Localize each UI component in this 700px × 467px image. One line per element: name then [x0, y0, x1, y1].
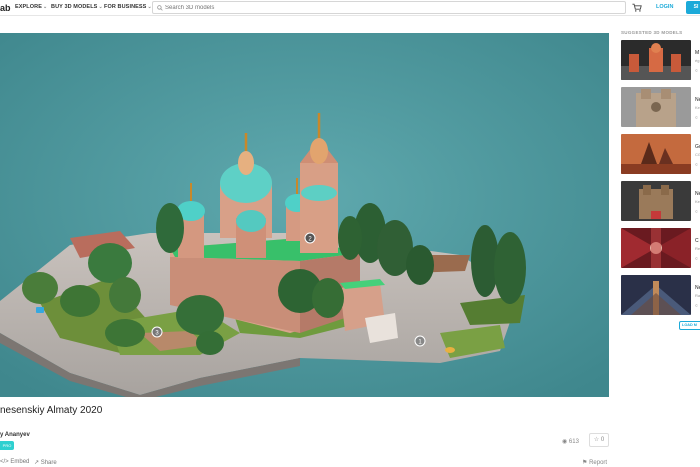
suggested-model-card[interactable]: Ne Ra ©	[621, 275, 700, 315]
load-more-button[interactable]: LOAD M	[679, 321, 700, 330]
share-icon: ↗	[34, 460, 40, 466]
model-stats: ©	[695, 256, 698, 261]
search-box[interactable]	[152, 1, 626, 14]
nav-buy-3d-models[interactable]: BUY 3D MODELS⌄	[51, 4, 103, 10]
suggested-model-card[interactable]: M ég ©	[621, 40, 700, 80]
model-author: Ke	[695, 199, 700, 204]
model-author: Ke	[695, 105, 700, 110]
pro-badge: PRO	[0, 441, 14, 450]
flag-icon: ⚑	[582, 460, 588, 466]
model-thumbnail[interactable]	[621, 40, 691, 80]
search-icon	[157, 5, 163, 11]
login-link[interactable]: LOGIN	[656, 4, 673, 10]
annotation-hotspot-2[interactable]: 2	[304, 232, 316, 244]
suggested-model-card[interactable]: Go CG ©	[621, 134, 700, 174]
view-count-value: 613	[568, 439, 579, 445]
suggested-model-card[interactable]: Né Ke ©	[621, 181, 700, 221]
model-name[interactable]: Ne	[695, 285, 700, 291]
star-icon: ☆	[593, 437, 600, 443]
model-author: ég	[695, 58, 700, 63]
embed-label: Embed	[10, 459, 30, 465]
model-stats: ©	[695, 68, 698, 73]
suggested-model-card[interactable]: C Re ©	[621, 228, 700, 268]
report-button[interactable]: ⚑ Report	[582, 459, 607, 466]
chevron-down-icon: ⌄	[98, 4, 103, 10]
model-author: Re	[695, 246, 700, 251]
suggested-models-heading: SUGGESTED 3D MODELS	[621, 30, 683, 35]
search-input[interactable]	[165, 3, 605, 13]
model-name[interactable]: Né	[695, 97, 700, 103]
model-stats: ©	[695, 115, 698, 120]
model-canvas[interactable]: 2 3 1	[0, 33, 609, 397]
nav-explore[interactable]: EXPLORE⌄	[15, 4, 47, 10]
share-label: Share	[40, 460, 57, 466]
eye-icon: ◉	[562, 439, 568, 445]
model-thumbnail[interactable]	[621, 181, 691, 221]
share-button[interactable]: ↗ Share	[34, 459, 57, 466]
model-name[interactable]: C	[695, 238, 699, 244]
view-count: ◉ 613	[562, 438, 579, 445]
model-name[interactable]: M	[695, 50, 699, 56]
model-name[interactable]: Né	[695, 191, 700, 197]
signup-button[interactable]: SI	[686, 1, 700, 14]
code-icon: </>	[0, 459, 9, 465]
model-thumbnail[interactable]	[621, 134, 691, 174]
model-name[interactable]: Go	[695, 144, 700, 150]
suggested-model-card[interactable]: Né Ke ©	[621, 87, 700, 127]
cart-icon[interactable]	[632, 3, 642, 12]
model-stats: ©	[695, 209, 698, 214]
model-author: CG	[695, 152, 700, 157]
model-stats: ©	[695, 303, 698, 308]
model-viewer[interactable]: 2 3 1	[0, 33, 609, 397]
embed-button[interactable]: </> Embed	[0, 459, 29, 465]
author-name[interactable]: y Ananyev	[0, 432, 30, 438]
model-thumbnail[interactable]	[621, 87, 691, 127]
model-thumbnail[interactable]	[621, 275, 691, 315]
report-label: Report	[589, 460, 608, 466]
annotation-hotspot-3[interactable]: 3	[151, 326, 163, 338]
logo[interactable]: ab	[0, 3, 11, 13]
model-author: Ra	[695, 293, 700, 298]
model-title: nesenskiy Almaty 2020	[0, 405, 103, 416]
model-thumbnail[interactable]	[621, 228, 691, 268]
top-navbar: ab EXPLORE⌄ BUY 3D MODELS⌄ FOR BUSINESS⌄…	[0, 0, 700, 16]
like-count: 0	[600, 437, 605, 443]
annotation-hotspot-1[interactable]: 1	[414, 335, 426, 347]
like-button[interactable]: ☆ 0	[589, 433, 609, 447]
model-stats: ©	[695, 162, 698, 167]
nav-for-business[interactable]: FOR BUSINESS⌄	[104, 4, 152, 10]
chevron-down-icon: ⌄	[42, 4, 48, 10]
